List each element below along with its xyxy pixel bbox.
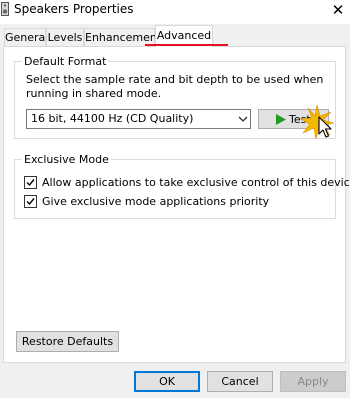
speaker-icon (1, 2, 9, 16)
chevron-down-icon (238, 116, 248, 122)
exclusive-priority-checkbox[interactable] (24, 195, 37, 208)
format-select-value: 16 bit, 44100 Hz (CD Quality) (31, 112, 194, 125)
play-icon (276, 114, 286, 125)
mouse-pointer-icon (300, 104, 335, 140)
tab-highlight-underline (145, 44, 228, 46)
title-bar: Speakers Properties ✕ (0, 0, 350, 24)
default-format-description: Select the sample rate and bit depth to … (26, 73, 324, 100)
default-format-label: Default Format (22, 55, 109, 68)
restore-defaults-button[interactable]: Restore Defaults (16, 331, 119, 352)
exclusive-priority-label[interactable]: Give exclusive mode applications priorit… (42, 195, 269, 208)
ok-button[interactable]: OK (134, 371, 200, 392)
checkmark-icon (26, 179, 35, 187)
allow-exclusive-control-label[interactable]: Allow applications to take exclusive con… (42, 176, 350, 189)
format-select[interactable]: 16 bit, 44100 Hz (CD Quality) (26, 109, 251, 129)
apply-button[interactable]: Apply (280, 371, 346, 392)
tab-levels[interactable]: Levels (46, 28, 84, 46)
checkmark-icon (26, 198, 35, 206)
close-button[interactable]: ✕ (326, 0, 350, 20)
allow-exclusive-control-checkbox[interactable] (24, 176, 37, 189)
exclusive-mode-group (14, 159, 336, 219)
cancel-button[interactable]: Cancel (207, 371, 273, 392)
window-title: Speakers Properties (14, 2, 134, 16)
exclusive-mode-label: Exclusive Mode (22, 153, 111, 166)
tab-general[interactable]: General (4, 28, 48, 46)
